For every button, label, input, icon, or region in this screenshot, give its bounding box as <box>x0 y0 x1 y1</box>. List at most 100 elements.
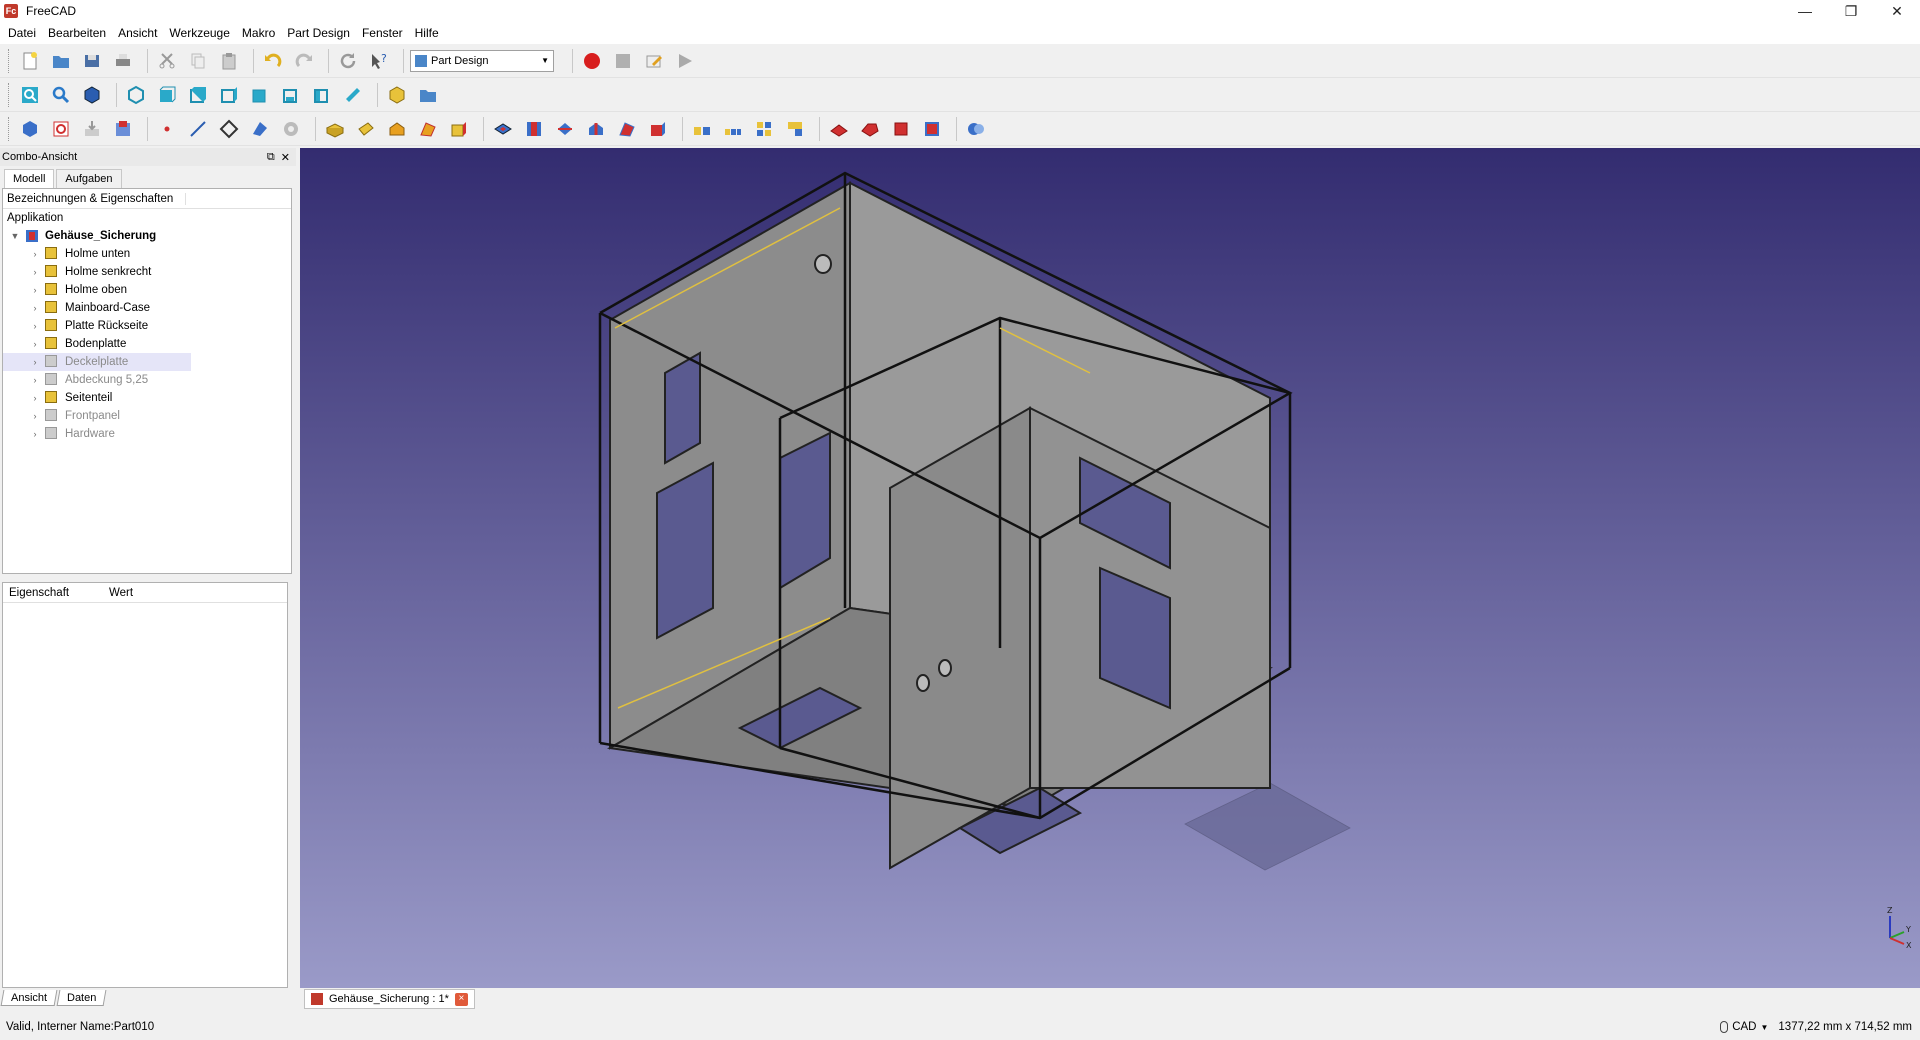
subtractive-primitive-icon[interactable] <box>645 116 671 142</box>
new-document-icon[interactable] <box>17 48 43 74</box>
view-top-icon[interactable] <box>185 82 211 108</box>
menu-bearbeiten[interactable]: Bearbeiten <box>42 22 112 44</box>
view-front-icon[interactable] <box>154 82 180 108</box>
print-icon[interactable] <box>110 48 136 74</box>
float-icon[interactable]: ⧉ <box>267 151 275 164</box>
fit-all-icon[interactable] <box>17 82 43 108</box>
minimize-button[interactable]: — <box>1782 0 1828 22</box>
cut-icon[interactable] <box>154 48 180 74</box>
view-bottom-icon[interactable] <box>278 82 304 108</box>
pocket-icon[interactable] <box>490 116 516 142</box>
hole-icon[interactable] <box>521 116 547 142</box>
boolean-icon[interactable] <box>963 116 989 142</box>
subtractive-loft-icon[interactable] <box>583 116 609 142</box>
create-sketch-icon[interactable] <box>48 116 74 142</box>
close-button[interactable]: ✕ <box>1874 0 1920 22</box>
subtractive-pipe-icon[interactable] <box>614 116 640 142</box>
tree-item[interactable]: › Holme senkrecht <box>3 263 291 281</box>
chevron-right-icon[interactable]: › <box>29 249 41 259</box>
view-right-icon[interactable] <box>216 82 242 108</box>
menu-fenster[interactable]: Fenster <box>356 22 409 44</box>
close-tab-icon[interactable]: × <box>454 992 468 1006</box>
create-group-icon[interactable] <box>415 82 441 108</box>
chamfer-icon[interactable] <box>857 116 883 142</box>
navigation-style-button[interactable]: CAD ▼ <box>1720 1021 1768 1033</box>
workbench-selector[interactable]: Part Design ▼ <box>410 49 554 72</box>
linear-pattern-icon[interactable] <box>720 116 746 142</box>
whats-this-icon[interactable]: ? <box>366 48 392 74</box>
view-rear-icon[interactable] <box>247 82 273 108</box>
groove-icon[interactable] <box>552 116 578 142</box>
local-coordinate-icon[interactable] <box>247 116 273 142</box>
create-part-icon[interactable] <box>384 82 410 108</box>
macro-record-icon[interactable] <box>579 48 605 74</box>
thickness-icon[interactable] <box>919 116 945 142</box>
tree-item[interactable]: › Mainboard-Case <box>3 299 291 317</box>
tree-item[interactable]: › Frontpanel <box>3 407 291 425</box>
additive-loft-icon[interactable] <box>384 116 410 142</box>
chevron-down-icon[interactable]: ▼ <box>9 231 21 241</box>
tab-daten[interactable]: Daten <box>56 990 107 1006</box>
menu-makro[interactable]: Makro <box>236 22 281 44</box>
chevron-right-icon[interactable]: › <box>29 339 41 349</box>
redo-icon[interactable] <box>291 48 317 74</box>
chevron-right-icon[interactable]: › <box>29 303 41 313</box>
tab-aufgaben[interactable]: Aufgaben <box>56 169 122 188</box>
datum-line-icon[interactable] <box>185 116 211 142</box>
tree-root-document[interactable]: ▼ Gehäuse_Sicherung <box>3 227 291 245</box>
macro-run-icon[interactable] <box>672 48 698 74</box>
tree-item[interactable]: › Holme oben <box>3 281 291 299</box>
open-folder-icon[interactable] <box>48 48 74 74</box>
datum-point-icon[interactable] <box>154 116 180 142</box>
3d-viewport[interactable]: Z Y X <box>300 148 1920 988</box>
tree-item[interactable]: › Bodenplatte <box>3 335 291 353</box>
menu-ansicht[interactable]: Ansicht <box>112 22 163 44</box>
pad-icon[interactable] <box>322 116 348 142</box>
chevron-right-icon[interactable]: › <box>29 411 41 421</box>
paste-icon[interactable] <box>216 48 242 74</box>
close-icon[interactable]: ✕ <box>281 151 290 164</box>
additive-pipe-icon[interactable] <box>415 116 441 142</box>
chevron-right-icon[interactable]: › <box>29 429 41 439</box>
menu-hilfe[interactable]: Hilfe <box>409 22 445 44</box>
shape-binder-icon[interactable] <box>110 116 136 142</box>
tab-modell[interactable]: Modell <box>4 169 55 188</box>
additive-primitive-icon[interactable] <box>446 116 472 142</box>
chevron-right-icon[interactable]: › <box>29 393 41 403</box>
chevron-right-icon[interactable]: › <box>29 357 41 367</box>
datum-plane-icon[interactable] <box>216 116 242 142</box>
toolbar-grip[interactable] <box>8 48 11 73</box>
chevron-right-icon[interactable]: › <box>29 321 41 331</box>
macro-stop-icon[interactable] <box>610 48 636 74</box>
undo-icon[interactable] <box>260 48 286 74</box>
tree-item[interactable]: › Holme unten <box>3 245 291 263</box>
draw-style-icon[interactable] <box>79 82 105 108</box>
toolbar-grip[interactable] <box>8 82 11 107</box>
revolution-icon[interactable] <box>353 116 379 142</box>
draft-icon[interactable] <box>888 116 914 142</box>
copy-icon[interactable] <box>185 48 211 74</box>
mirrored-icon[interactable] <box>689 116 715 142</box>
fit-selection-icon[interactable] <box>48 82 74 108</box>
validate-sketch-icon[interactable] <box>79 116 105 142</box>
tree-item[interactable]: › Platte Rückseite <box>3 317 291 335</box>
fillet-icon[interactable] <box>826 116 852 142</box>
chevron-right-icon[interactable]: › <box>29 285 41 295</box>
chevron-right-icon[interactable]: › <box>29 267 41 277</box>
chevron-right-icon[interactable]: › <box>29 375 41 385</box>
clone-icon[interactable] <box>278 116 304 142</box>
tree-item-selected[interactable]: › Deckelplatte <box>3 353 191 371</box>
measure-icon[interactable] <box>340 82 366 108</box>
menu-datei[interactable]: Datei <box>2 22 42 44</box>
save-icon[interactable] <box>79 48 105 74</box>
toolbar-grip[interactable] <box>8 116 11 141</box>
polar-pattern-icon[interactable] <box>751 116 777 142</box>
view-isometric-icon[interactable] <box>123 82 149 108</box>
menu-part-design[interactable]: Part Design <box>281 22 356 44</box>
macro-edit-icon[interactable] <box>641 48 667 74</box>
tab-ansicht[interactable]: Ansicht <box>0 990 58 1006</box>
refresh-icon[interactable] <box>335 48 361 74</box>
maximize-button[interactable]: ❐ <box>1828 0 1874 22</box>
tree-item[interactable]: › Hardware <box>3 425 291 443</box>
multi-transform-icon[interactable] <box>782 116 808 142</box>
